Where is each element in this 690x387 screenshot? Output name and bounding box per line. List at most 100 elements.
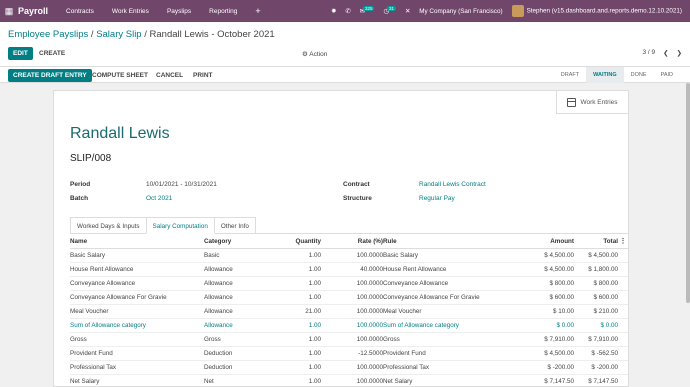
tab-worked-days[interactable]: Worked Days & Inputs: [70, 217, 147, 234]
user-menu[interactable]: Stephen (v15.dashboard.and.reports.demo.…: [511, 5, 682, 17]
print-button[interactable]: PRINT: [188, 69, 218, 82]
col-total-header[interactable]: Total: [574, 235, 618, 249]
row-rate: 100.0000: [321, 318, 383, 333]
col-name-header[interactable]: Name: [70, 235, 204, 249]
col-rule-header[interactable]: Rule: [383, 235, 491, 249]
row-rule: House Rent Allowance: [383, 262, 491, 277]
period-label: Period: [70, 181, 91, 188]
row-spacer: [618, 374, 628, 387]
col-quantity-header[interactable]: Quantity: [261, 235, 321, 249]
action-label: Action: [309, 51, 328, 58]
row-total: $ 7,910.00: [574, 332, 618, 347]
tab-salary-computation[interactable]: Salary Computation: [145, 217, 215, 234]
row-total: $ 4,500.00: [574, 248, 618, 263]
row-quantity: 1.00: [261, 346, 321, 361]
stage-waiting[interactable]: WAITING: [586, 67, 624, 83]
notebook-tabs: Worked Days & Inputs Salary Computation …: [70, 217, 256, 234]
company-switcher[interactable]: My Company (San Francisco): [419, 8, 502, 15]
row-rate: 100.0000: [321, 290, 383, 305]
debug-close-icon[interactable]: ✕: [405, 8, 410, 15]
menu-contracts[interactable]: Contracts: [66, 8, 94, 15]
row-rule: Conveyance Allowance For Gravie: [383, 290, 491, 305]
employee-name[interactable]: Randall Lewis: [70, 125, 170, 143]
col-category-header[interactable]: Category: [204, 235, 261, 249]
stage-paid[interactable]: PAID: [654, 67, 680, 83]
action-menu[interactable]: ⚙ Action: [302, 50, 327, 58]
row-rate: 100.0000: [321, 360, 383, 375]
top-navbar: ▦ Payroll Contracts Work Entries Payslip…: [0, 0, 690, 22]
row-rate: 40.0000: [321, 262, 383, 277]
table-row[interactable]: Conveyance Allowance Allowance 1.00 100.000…: [70, 276, 628, 291]
stage-done[interactable]: DONE: [624, 67, 654, 83]
breadcrumb-salary-slip[interactable]: Salary Slip: [96, 29, 141, 40]
period-value: 10/01/2021 - 10/31/2021: [146, 181, 217, 188]
row-quantity: 1.00: [261, 360, 321, 375]
row-spacer: [618, 262, 628, 277]
column-options-icon[interactable]: ⋮: [618, 235, 628, 249]
row-name: Meal Voucher: [70, 304, 204, 319]
activities-button[interactable]: ◷31: [383, 5, 396, 15]
table-row[interactable]: Meal Voucher Allowance 21.00 100.0000 Meal V…: [70, 304, 628, 319]
phone-icon[interactable]: ✆: [345, 8, 350, 15]
structure-link[interactable]: Regular Pay: [419, 195, 455, 202]
scrollbar[interactable]: [686, 83, 690, 303]
chevron-left-icon[interactable]: ❮: [663, 49, 668, 57]
row-quantity: 1.00: [261, 276, 321, 291]
cancel-button[interactable]: CANCEL: [151, 69, 188, 82]
menu-payslips[interactable]: Payslips: [167, 8, 191, 15]
menu-work-entries[interactable]: Work Entries: [112, 8, 149, 15]
table-row[interactable]: Basic Salary Basic 1.00 100.0000 Basic Salar…: [70, 248, 628, 263]
row-category: Allowance: [204, 318, 261, 333]
edit-button[interactable]: EDIT: [8, 47, 33, 60]
row-spacer: [618, 360, 628, 375]
work-entries-button[interactable]: Work Entries: [556, 91, 628, 114]
pager-value[interactable]: 3 / 9: [642, 49, 655, 57]
app-grid-icon[interactable]: ▦: [0, 6, 18, 17]
tab-other-info[interactable]: Other Info: [213, 217, 256, 234]
table-row[interactable]: Gross Gross 1.00 100.0000 Gross $ 7,910.00 $ 7…: [70, 332, 628, 347]
row-spacer: [618, 332, 628, 347]
chevron-right-icon[interactable]: ❯: [677, 49, 682, 57]
menu-reporting[interactable]: Reporting: [209, 8, 237, 15]
row-rule: Net Salary: [383, 374, 491, 387]
row-category: Allowance: [204, 290, 261, 305]
breadcrumb: Employee Payslips / Salary Slip / Randal…: [8, 29, 275, 40]
contract-link[interactable]: Randall Lewis Contract: [419, 181, 486, 188]
breadcrumb-employee-payslips[interactable]: Employee Payslips: [8, 29, 88, 40]
app-name[interactable]: Payroll: [18, 6, 48, 16]
row-category: Deduction: [204, 360, 261, 375]
bug-icon[interactable]: ✹: [331, 8, 336, 15]
stage-draft[interactable]: DRAFT: [554, 67, 586, 83]
row-total: $ -562.50: [574, 346, 618, 361]
calendar-icon: [567, 97, 577, 107]
row-name: Provident Fund: [70, 346, 204, 361]
plus-icon[interactable]: +: [255, 6, 260, 16]
row-amount: $ 600.00: [491, 290, 574, 305]
row-name: Gross: [70, 332, 204, 347]
col-amount-header[interactable]: Amount: [491, 235, 574, 249]
row-name: Professional Tax: [70, 360, 204, 375]
create-draft-entry-button[interactable]: CREATE DRAFT ENTRY: [8, 68, 92, 82]
table-row[interactable]: House Rent Allowance Allowance 1.00 40.0000…: [70, 262, 628, 277]
row-amount: $ 10.00: [491, 304, 574, 319]
table-row[interactable]: Net Salary Net 1.00 100.0000 Net Salary $ 7,1…: [70, 374, 628, 387]
table-row[interactable]: Provident Fund Deduction 1.00 -12.5000 Provi…: [70, 346, 628, 361]
col-rate-header[interactable]: Rate (%): [321, 235, 383, 249]
batch-label: Batch: [70, 195, 89, 202]
row-spacer: [618, 346, 628, 361]
row-category: Allowance: [204, 276, 261, 291]
table-row[interactable]: Professional Tax Deduction 1.00 100.0000 Pro…: [70, 360, 628, 375]
row-rate: 100.0000: [321, 374, 383, 387]
row-name: Conveyance Allowance: [70, 276, 204, 291]
table-row[interactable]: Conveyance Allowance For Gravie Allowance…: [70, 290, 628, 305]
table-row[interactable]: Sum of Allowance category Allowance 1.00 10…: [70, 318, 628, 333]
compute-sheet-button[interactable]: COMPUTE SHEET: [87, 69, 153, 82]
row-rule: Basic Salary: [383, 248, 491, 263]
messages-button[interactable]: ✉325: [360, 5, 375, 15]
create-button[interactable]: CREATE: [34, 47, 70, 60]
messages-badge: 325: [362, 5, 375, 11]
row-category: Gross: [204, 332, 261, 347]
table-header-row: Name Category Quantity Rate (%) Rule Amo…: [70, 235, 628, 249]
work-entries-label: Work Entries: [580, 98, 618, 106]
batch-link[interactable]: Oct 2021: [146, 195, 172, 202]
